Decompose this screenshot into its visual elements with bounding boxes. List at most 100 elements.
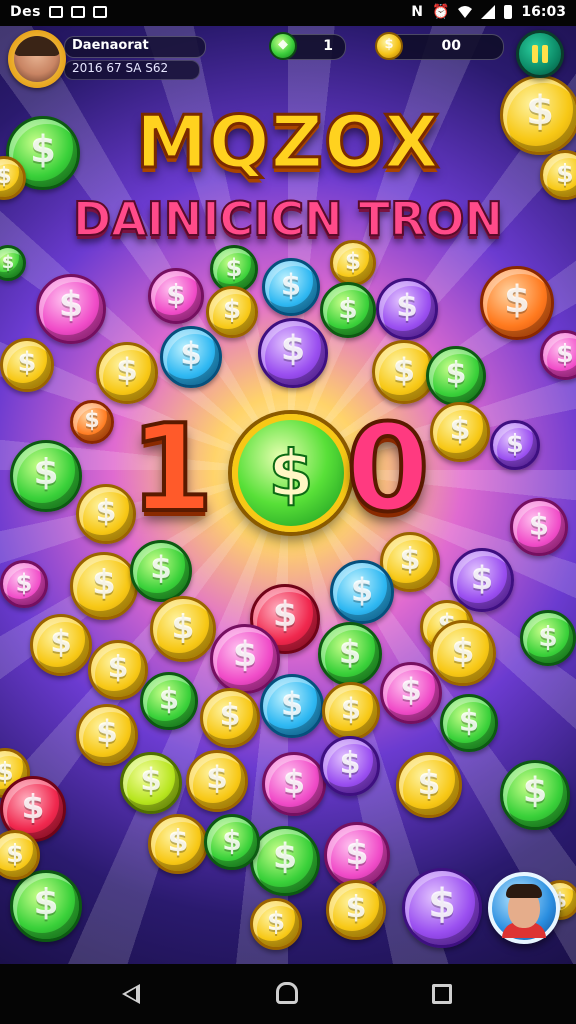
dollar-icon: $	[282, 763, 306, 801]
dollar-icon: $	[345, 833, 369, 872]
wifi-icon	[458, 6, 473, 18]
alarm-icon: ⏰	[431, 4, 450, 20]
dollar-icon: $	[280, 685, 304, 723]
game-title: MQZOX	[134, 99, 441, 186]
dollar-icon: $	[171, 607, 195, 646]
player-name: Daenaorat	[72, 38, 149, 53]
notification-icon	[48, 6, 63, 18]
coin-icon: $	[204, 814, 260, 870]
player-stats: 2016 67 SA S62	[72, 61, 169, 75]
coin-icon: $	[258, 318, 328, 388]
dollar-icon: $	[166, 278, 186, 311]
game-subtitle: DAINICICN TRON	[72, 191, 504, 247]
dollar-icon: $	[116, 352, 138, 388]
coin-icon: $	[426, 346, 486, 406]
dollar-icon: $	[392, 351, 416, 389]
dollar-icon: $	[340, 692, 362, 726]
coin-icon: $	[380, 662, 442, 724]
dollar-icon: $	[33, 452, 59, 493]
dollar-icon: $	[17, 347, 37, 378]
dollar-icon: $	[21, 787, 45, 826]
dollar-icon: $	[222, 824, 242, 857]
back-icon[interactable]	[122, 984, 140, 1004]
coin-icon: $	[96, 342, 158, 404]
game-screen: $ $ $ $ $ $ $ $ $ $ $ $ $ $ $ $ $ $ $ $ $ $ $ $ $ $ $ $ $ $ $ $ $ $ $ $ $ $ $ $…	[0, 0, 576, 1024]
dollar-icon: $	[458, 704, 480, 738]
coin-icon: $	[330, 560, 394, 624]
coin-icon: $	[320, 736, 380, 796]
gem-count: 1	[323, 38, 333, 54]
dollar-icon: $	[417, 763, 441, 802]
coin-icon: $	[250, 826, 320, 896]
avatar[interactable]	[8, 30, 66, 88]
dollar-icon: $	[96, 714, 118, 750]
dollar-icon: $	[266, 907, 286, 937]
coin-icon: $	[250, 898, 302, 950]
coin-icon: $	[10, 870, 82, 942]
dollar-icon: $	[92, 563, 116, 603]
coin-count: 00	[441, 38, 461, 54]
pause-button[interactable]	[516, 30, 564, 78]
status-left: Des	[10, 4, 107, 20]
dollar-icon: $	[344, 249, 361, 275]
dollar-icon: $	[428, 881, 456, 927]
coin-icon: $	[324, 822, 390, 888]
coin-icon: $	[480, 266, 554, 340]
dollar-icon: $	[280, 329, 306, 369]
coin-icon: $	[490, 420, 540, 470]
coin-icon: $	[148, 814, 208, 874]
dollar-icon: $	[522, 771, 548, 811]
gem-counter[interactable]: ◆ 1	[269, 32, 346, 60]
dollar-icon: $	[280, 268, 302, 302]
pause-icon-bar-right	[542, 45, 548, 63]
player-panel[interactable]: Daenaorat 2016 67 SA S62	[8, 30, 206, 88]
dollar-icon: $	[84, 408, 100, 433]
coin-counter[interactable]: $ 00	[375, 32, 504, 60]
coin-icon: $	[140, 672, 198, 730]
dollar-icon: $	[6, 839, 24, 868]
big-digit-right: 0	[344, 400, 431, 539]
dollar-icon: $	[1, 252, 15, 273]
message-icon	[70, 6, 85, 18]
dollar-icon: $	[338, 292, 358, 325]
dollar-icon: $	[445, 356, 467, 391]
gem-icon: ◆	[269, 32, 297, 60]
coin-icon: $	[402, 868, 482, 948]
coin-icon: $	[396, 752, 462, 818]
coin-icon: $	[262, 258, 320, 316]
dollar-icon: $	[232, 635, 258, 675]
dollar-icon: $	[528, 508, 550, 542]
dollar-icon: $	[451, 631, 475, 670]
dollar-icon: $	[180, 336, 202, 372]
coin-icon: $	[0, 560, 48, 608]
dollar-icon: $	[470, 559, 494, 597]
coin-icon: $	[440, 694, 498, 752]
big-digit-left: 1	[128, 400, 215, 539]
coin-icon: $	[206, 286, 258, 338]
coin-icon: $	[330, 240, 376, 286]
dollar-icon: $	[504, 278, 530, 321]
dollar-icon: $	[345, 890, 367, 925]
navigation-bar	[0, 964, 576, 1024]
coin-icon: $	[322, 682, 380, 740]
coin-icon: $	[375, 32, 403, 60]
signal-icon	[481, 5, 496, 19]
dollar-icon: $	[396, 288, 418, 324]
coin-icon: $	[70, 552, 138, 620]
coin-icon: $	[326, 880, 386, 940]
recents-icon[interactable]	[432, 984, 452, 1004]
friend-avatar-hair	[506, 884, 542, 898]
dollar-icon: $	[339, 746, 361, 781]
home-icon[interactable]	[276, 982, 298, 1004]
pause-icon-bar-left	[532, 45, 538, 63]
dollar-icon: $	[150, 550, 172, 586]
status-bar: Des N ⏰ 16:03	[0, 0, 576, 26]
coin-icon: $	[160, 326, 222, 388]
dollar-icon: $	[268, 437, 315, 513]
dollar-icon: $	[158, 682, 180, 716]
coin-icon: $	[36, 274, 106, 344]
coin-icon: $	[500, 760, 570, 830]
friend-profile-button[interactable]	[488, 872, 560, 944]
dollar-icon: $	[350, 571, 374, 609]
coin-icon: $	[76, 704, 138, 766]
